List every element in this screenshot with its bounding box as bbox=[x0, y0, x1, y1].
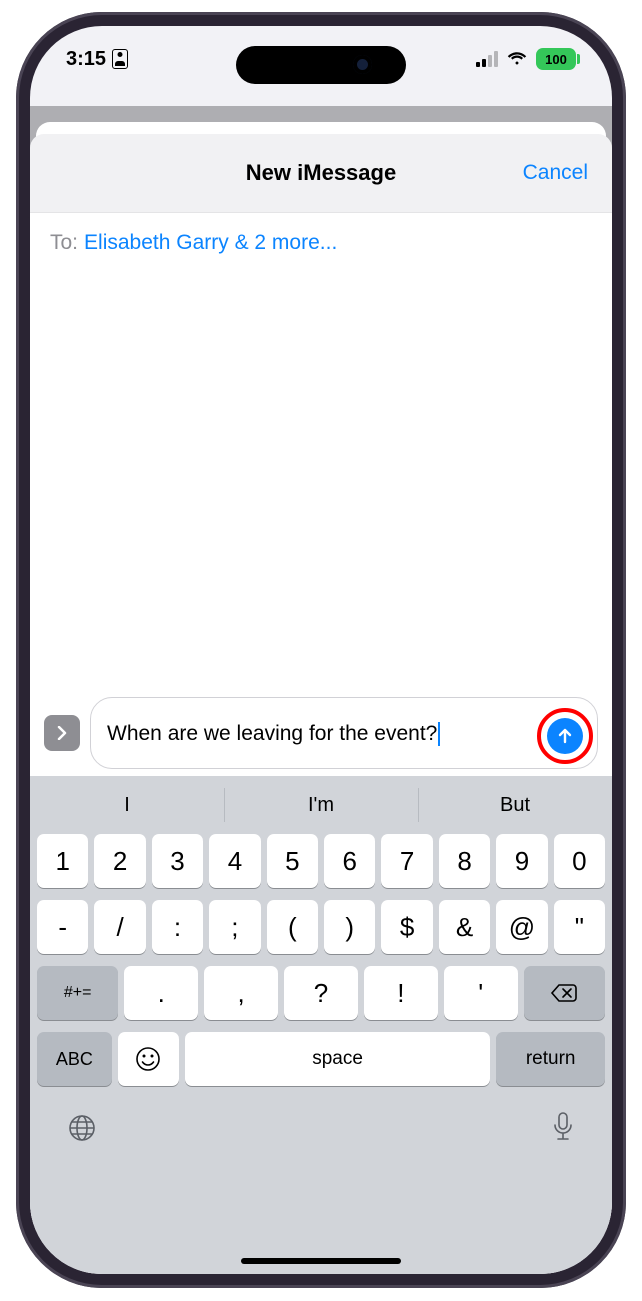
key[interactable]: ( bbox=[267, 900, 318, 954]
key[interactable]: , bbox=[204, 966, 278, 1020]
key[interactable]: : bbox=[152, 900, 203, 954]
compose-sheet: New iMessage Cancel To: Elisabeth Garry … bbox=[30, 134, 612, 1274]
text-caret bbox=[438, 722, 440, 746]
home-indicator[interactable] bbox=[241, 1258, 401, 1264]
send-button[interactable] bbox=[547, 718, 583, 754]
dictation-icon[interactable] bbox=[550, 1111, 576, 1150]
cellular-icon bbox=[476, 51, 498, 67]
key[interactable]: - bbox=[37, 900, 88, 954]
key[interactable]: 3 bbox=[152, 834, 203, 888]
globe-icon[interactable] bbox=[66, 1112, 98, 1149]
key[interactable]: 4 bbox=[209, 834, 260, 888]
key[interactable]: $ bbox=[381, 900, 432, 954]
to-recipients: Elisabeth Garry & 2 more... bbox=[84, 231, 337, 255]
key[interactable]: @ bbox=[496, 900, 547, 954]
message-input[interactable]: When are we leaving for the event? bbox=[90, 697, 598, 769]
contact-card-icon bbox=[112, 49, 128, 69]
conversation-area[interactable] bbox=[30, 272, 612, 690]
key[interactable]: 6 bbox=[324, 834, 375, 888]
page-title: New iMessage bbox=[246, 160, 396, 186]
expand-apps-button[interactable] bbox=[44, 715, 80, 751]
sheet-header: New iMessage Cancel bbox=[30, 134, 612, 213]
letters-key[interactable]: ABC bbox=[37, 1032, 112, 1086]
battery-icon: 100 bbox=[536, 48, 576, 70]
predictive-suggestion[interactable]: But bbox=[418, 776, 612, 834]
cancel-button[interactable]: Cancel bbox=[523, 134, 588, 212]
key[interactable]: . bbox=[124, 966, 198, 1020]
key[interactable]: 1 bbox=[37, 834, 88, 888]
emoji-key[interactable] bbox=[118, 1032, 179, 1086]
key[interactable]: ; bbox=[209, 900, 260, 954]
key[interactable]: 7 bbox=[381, 834, 432, 888]
symbols-key[interactable]: #+= bbox=[37, 966, 118, 1020]
to-field[interactable]: To: Elisabeth Garry & 2 more... bbox=[30, 213, 612, 274]
return-key[interactable]: return bbox=[496, 1032, 605, 1086]
space-key[interactable]: space bbox=[185, 1032, 491, 1086]
send-highlight bbox=[537, 708, 593, 764]
predictive-suggestion[interactable]: I bbox=[30, 776, 224, 834]
delete-key[interactable] bbox=[524, 966, 605, 1020]
key[interactable]: ' bbox=[444, 966, 518, 1020]
compose-bar: When are we leaving for the event? bbox=[30, 690, 612, 776]
predictive-suggestion[interactable]: I'm bbox=[224, 776, 418, 834]
predictive-bar: I I'm But bbox=[30, 776, 612, 834]
to-label: To: bbox=[50, 231, 78, 255]
key[interactable]: 5 bbox=[267, 834, 318, 888]
key[interactable]: ! bbox=[364, 966, 438, 1020]
key[interactable]: 0 bbox=[554, 834, 605, 888]
status-time: 3:15 bbox=[66, 48, 106, 71]
key[interactable]: ) bbox=[324, 900, 375, 954]
keyboard: I I'm But 1 2 3 4 5 6 7 8 9 0 bbox=[30, 776, 612, 1274]
dynamic-island bbox=[236, 46, 406, 84]
key[interactable]: ? bbox=[284, 966, 358, 1020]
key[interactable]: " bbox=[554, 900, 605, 954]
key[interactable]: 8 bbox=[439, 834, 490, 888]
key[interactable]: 9 bbox=[496, 834, 547, 888]
wifi-icon bbox=[506, 49, 528, 70]
key[interactable]: & bbox=[439, 900, 490, 954]
key[interactable]: / bbox=[94, 900, 145, 954]
key[interactable]: 2 bbox=[94, 834, 145, 888]
